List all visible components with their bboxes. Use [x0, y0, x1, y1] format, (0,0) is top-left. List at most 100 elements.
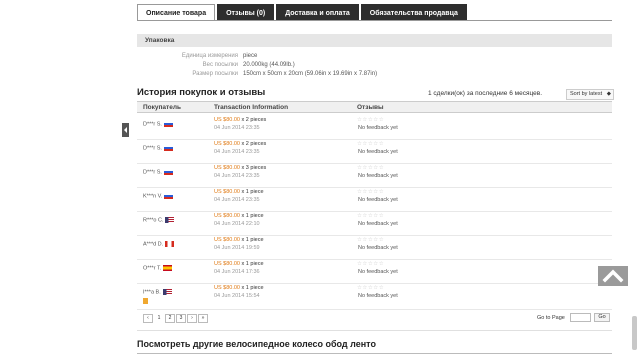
page-3-button[interactable]: 3 — [176, 314, 186, 323]
scroll-to-top-button[interactable] — [598, 266, 628, 286]
chevron-down-icon: ◆ — [606, 91, 611, 97]
feedback-text: No feedback yet — [358, 293, 398, 299]
spec-value: 20.000kg (44.09lb.) — [243, 62, 295, 68]
tab-seller-guarantees[interactable]: Обязательства продавца — [360, 4, 467, 21]
transaction-date: 04 Jun 2014 22:10 — [214, 221, 260, 227]
feedback-text: No feedback yet — [358, 173, 398, 179]
spec-key: Вес посылки — [202, 62, 238, 68]
spec-row: Вес посылки 20.000kg (44.09lb.) — [137, 61, 612, 70]
transaction-price: US $80.00 x 1 piece — [214, 189, 264, 195]
buyer-name: A***d D. — [143, 241, 175, 247]
tabs-divider — [137, 20, 612, 21]
column-feedback: Отзывы — [357, 104, 384, 111]
buyer-name: R***o C. — [143, 217, 175, 223]
flag-ca-icon — [165, 241, 175, 247]
transaction-price: US $80.00 x 1 piece — [214, 285, 264, 291]
rating-stars-icon: ☆☆☆☆☆ — [357, 117, 385, 123]
tab-reviews[interactable]: Отзывы (0) — [217, 4, 275, 21]
transaction-price: US $80.00 x 1 piece — [214, 213, 264, 219]
flag-us-icon — [162, 289, 172, 295]
product-tabs: Описание товара Отзывы (0) Доставка и оп… — [137, 4, 467, 21]
buyer-name: D***r S. — [143, 121, 173, 127]
table-row: R***o C. US $80.00 x 1 piece 04 Jun 2014… — [137, 212, 612, 236]
rating-stars-icon: ☆☆☆☆☆ — [357, 165, 385, 171]
product-page: Описание товара Отзывы (0) Доставка и оп… — [0, 0, 640, 360]
level-badge-icon — [143, 298, 148, 305]
feedback-text: No feedback yet — [358, 245, 398, 251]
transaction-date: 04 Jun 2014 23:35 — [214, 125, 260, 131]
transaction-date: 04 Jun 2014 17:36 — [214, 269, 260, 275]
flag-ru-icon — [163, 145, 173, 151]
flag-us-icon — [165, 217, 175, 223]
flag-ru-icon — [163, 169, 173, 175]
page-2-button[interactable]: 2 — [165, 314, 175, 323]
sort-dropdown[interactable]: Sort by latest ◆ — [566, 89, 614, 100]
transaction-price: US $80.00 x 2 pieces — [214, 141, 267, 147]
buyer-name: O***r T. — [143, 265, 173, 271]
transaction-date: 04 Jun 2014 23:35 — [214, 173, 260, 179]
feedback-text: No feedback yet — [358, 197, 398, 203]
history-table-header: Покупатель Transaction Information Отзыв… — [137, 101, 612, 113]
packaging-header: Упаковка — [137, 34, 612, 47]
spec-row: Единица измерения piece — [137, 52, 612, 61]
next-page-button[interactable]: › — [187, 314, 197, 323]
spec-value: 150cm x 50cm x 20cm (59.06in x 19.69in x… — [243, 71, 378, 77]
feedback-text: No feedback yet — [358, 125, 398, 131]
rating-stars-icon: ☆☆☆☆☆ — [357, 141, 385, 147]
transaction-date: 04 Jun 2014 23:35 — [214, 149, 260, 155]
table-row: D***r S. US $80.00 x 3 pieces 04 Jun 201… — [137, 164, 612, 188]
spec-value: piece — [243, 53, 258, 59]
related-products-title: Посмотреть другие велосипедное колесо об… — [137, 339, 376, 349]
side-collapse-tab[interactable] — [122, 123, 129, 137]
rating-stars-icon: ☆☆☆☆☆ — [357, 189, 385, 195]
feedback-text: No feedback yet — [358, 149, 398, 155]
table-row: O***r T. US $80.00 x 1 piece 04 Jun 2014… — [137, 260, 612, 284]
flag-ru-icon — [163, 121, 173, 127]
goto-page-label: Go to Page — [537, 315, 565, 321]
column-buyer: Покупатель — [143, 104, 181, 111]
flag-es-icon — [163, 265, 173, 271]
page-scrollbar[interactable] — [632, 316, 637, 350]
deals-count: 1 сделки(ок) за последние 6 месяцев. — [428, 90, 543, 97]
feedback-text: No feedback yet — [358, 221, 398, 227]
table-row: D***r S. US $80.00 x 2 pieces 04 Jun 201… — [137, 140, 612, 164]
transaction-price: US $80.00 x 1 piece — [214, 261, 264, 267]
tab-shipping[interactable]: Доставка и оплата — [276, 4, 359, 21]
table-row: K***n V. US $80.00 x 1 piece 04 Jun 2014… — [137, 188, 612, 212]
rating-stars-icon: ☆☆☆☆☆ — [357, 261, 385, 267]
spec-row: Размер посылки 150cm x 50cm x 20cm (59.0… — [137, 70, 612, 79]
buyer-name: K***n V. — [143, 193, 174, 199]
last-page-button[interactable]: » — [198, 314, 208, 323]
transaction-date: 04 Jun 2014 15:54 — [214, 293, 260, 299]
table-row: A***d D. US $80.00 x 1 piece 04 Jun 2014… — [137, 236, 612, 260]
rating-stars-icon: ☆☆☆☆☆ — [357, 213, 385, 219]
spec-key: Единица измерения — [181, 53, 238, 59]
tab-description[interactable]: Описание товара — [137, 4, 216, 21]
divider — [137, 330, 612, 331]
feedback-text: No feedback yet — [358, 269, 398, 275]
transaction-price: US $80.00 x 3 pieces — [214, 165, 267, 171]
buyer-name: D***r S. — [143, 169, 173, 175]
divider — [137, 353, 612, 354]
buyer-name: I***a B. — [143, 289, 172, 305]
go-button[interactable]: Go — [594, 313, 610, 322]
table-row: D***r S. US $80.00 x 2 pieces 04 Jun 201… — [137, 116, 612, 140]
rating-stars-icon: ☆☆☆☆☆ — [357, 285, 385, 291]
flag-ru-icon — [164, 193, 174, 199]
pagination: ‹ 1 2 3 › » — [143, 314, 208, 323]
page-1-button[interactable]: 1 — [154, 314, 164, 323]
table-row: I***a B. US $80.00 x 1 piece 04 Jun 2014… — [137, 284, 612, 310]
rating-stars-icon: ☆☆☆☆☆ — [357, 237, 385, 243]
transaction-date: 04 Jun 2014 19:59 — [214, 245, 260, 251]
history-title: История покупок и отзывы — [137, 87, 266, 98]
buyer-name: D***r S. — [143, 145, 173, 151]
chevron-up-icon — [602, 269, 624, 283]
transaction-price: US $80.00 x 2 pieces — [214, 117, 267, 123]
column-transaction: Transaction Information — [214, 104, 289, 111]
spec-key: Размер посылки — [192, 71, 238, 77]
goto-page-input[interactable] — [570, 313, 591, 322]
sort-label: Sort by latest — [570, 91, 603, 97]
prev-page-button[interactable]: ‹ — [143, 314, 153, 323]
transaction-date: 04 Jun 2014 23:35 — [214, 197, 260, 203]
transaction-price: US $80.00 x 1 piece — [214, 237, 264, 243]
